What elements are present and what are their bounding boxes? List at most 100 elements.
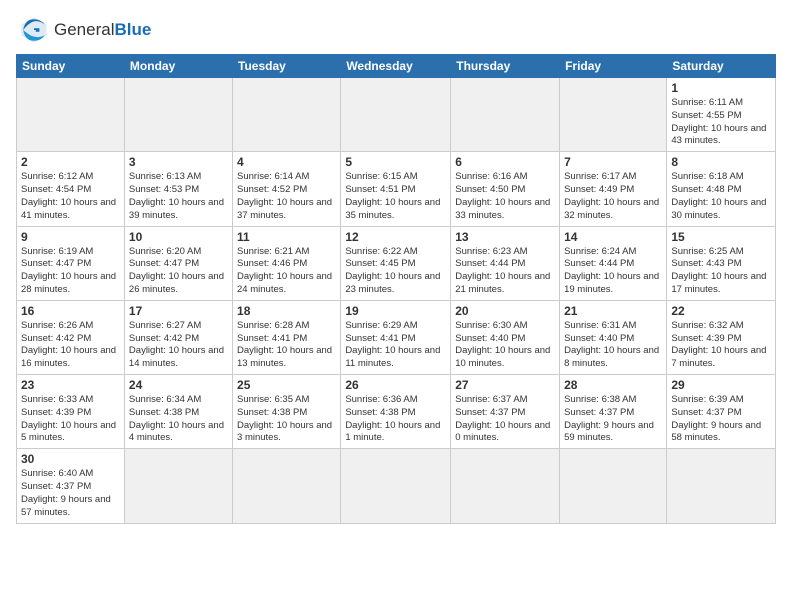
day-cell: 1Sunrise: 6:11 AM Sunset: 4:55 PM Daylig…	[667, 78, 776, 152]
day-info: Sunrise: 6:26 AM Sunset: 4:42 PM Dayligh…	[21, 320, 120, 371]
day-info: Sunrise: 6:19 AM Sunset: 4:47 PM Dayligh…	[21, 246, 120, 297]
week-row-1: 1Sunrise: 6:11 AM Sunset: 4:55 PM Daylig…	[17, 78, 776, 152]
day-number: 13	[455, 230, 555, 244]
day-cell	[17, 78, 125, 152]
day-info: Sunrise: 6:15 AM Sunset: 4:51 PM Dayligh…	[345, 171, 446, 222]
day-cell: 29Sunrise: 6:39 AM Sunset: 4:37 PM Dayli…	[667, 375, 776, 449]
day-info: Sunrise: 6:18 AM Sunset: 4:48 PM Dayligh…	[671, 171, 771, 222]
day-number: 15	[671, 230, 771, 244]
logo-icon	[16, 12, 52, 48]
day-cell: 26 Sunrise: 6:36 AM Sunset: 4:38 PM Dayli…	[341, 375, 451, 449]
day-cell: 17 Sunrise: 6:27 AM Sunset: 4:42 PM Dayli…	[124, 300, 232, 374]
day-cell	[451, 78, 560, 152]
day-number: 23	[21, 378, 120, 392]
day-number: 2	[21, 155, 120, 169]
weekday-header-sunday: Sunday	[17, 55, 125, 78]
week-row-6: 30Sunrise: 6:40 AM Sunset: 4:37 PM Dayli…	[17, 449, 776, 523]
week-row-3: 9 Sunrise: 6:19 AM Sunset: 4:47 PM Daylig…	[17, 226, 776, 300]
day-cell	[451, 449, 560, 523]
day-info: Sunrise: 6:11 AM Sunset: 4:55 PM Dayligh…	[671, 97, 771, 148]
day-number: 19	[345, 304, 446, 318]
day-cell: 18 Sunrise: 6:28 AM Sunset: 4:41 PM Dayli…	[233, 300, 341, 374]
day-number: 12	[345, 230, 446, 244]
day-info: Sunrise: 6:38 AM Sunset: 4:37 PM Dayligh…	[564, 394, 662, 445]
day-cell: 21 Sunrise: 6:31 AM Sunset: 4:40 PM Dayli…	[560, 300, 667, 374]
day-number: 30	[21, 452, 120, 466]
day-number: 22	[671, 304, 771, 318]
day-number: 28	[564, 378, 662, 392]
day-number: 11	[237, 230, 336, 244]
day-cell	[233, 78, 341, 152]
day-number: 26	[345, 378, 446, 392]
day-cell	[341, 449, 451, 523]
day-cell: 12Sunrise: 6:22 AM Sunset: 4:45 PM Dayli…	[341, 226, 451, 300]
day-cell	[667, 449, 776, 523]
day-info: Sunrise: 6:31 AM Sunset: 4:40 PM Dayligh…	[564, 320, 662, 371]
day-cell: 11Sunrise: 6:21 AM Sunset: 4:46 PM Dayli…	[233, 226, 341, 300]
logo-text: GeneralBlue	[54, 20, 151, 40]
day-cell: 9 Sunrise: 6:19 AM Sunset: 4:47 PM Daylig…	[17, 226, 125, 300]
day-cell: 25Sunrise: 6:35 AM Sunset: 4:38 PM Dayli…	[233, 375, 341, 449]
day-info: Sunrise: 6:13 AM Sunset: 4:53 PM Dayligh…	[129, 171, 228, 222]
header: GeneralBlue	[16, 12, 776, 48]
day-info: Sunrise: 6:12 AM Sunset: 4:54 PM Dayligh…	[21, 171, 120, 222]
weekday-header-saturday: Saturday	[667, 55, 776, 78]
day-number: 24	[129, 378, 228, 392]
week-row-2: 2 Sunrise: 6:12 AM Sunset: 4:54 PM Daylig…	[17, 152, 776, 226]
day-info: Sunrise: 6:33 AM Sunset: 4:39 PM Dayligh…	[21, 394, 120, 445]
day-cell: 5Sunrise: 6:15 AM Sunset: 4:51 PM Daylig…	[341, 152, 451, 226]
weekday-header-row: SundayMondayTuesdayWednesdayThursdayFrid…	[17, 55, 776, 78]
day-cell: 19 Sunrise: 6:29 AM Sunset: 4:41 PM Dayli…	[341, 300, 451, 374]
day-cell	[560, 449, 667, 523]
page: GeneralBlue SundayMondayTuesdayWednesday…	[0, 0, 792, 612]
day-cell	[560, 78, 667, 152]
day-info: Sunrise: 6:28 AM Sunset: 4:41 PM Dayligh…	[237, 320, 336, 371]
day-cell: 15 Sunrise: 6:25 AM Sunset: 4:43 PM Dayli…	[667, 226, 776, 300]
weekday-header-tuesday: Tuesday	[233, 55, 341, 78]
day-info: Sunrise: 6:29 AM Sunset: 4:41 PM Dayligh…	[345, 320, 446, 371]
week-row-4: 16 Sunrise: 6:26 AM Sunset: 4:42 PM Dayli…	[17, 300, 776, 374]
day-cell: 13 Sunrise: 6:23 AM Sunset: 4:44 PM Dayli…	[451, 226, 560, 300]
day-info: Sunrise: 6:20 AM Sunset: 4:47 PM Dayligh…	[129, 246, 228, 297]
day-cell: 8 Sunrise: 6:18 AM Sunset: 4:48 PM Daylig…	[667, 152, 776, 226]
day-info: Sunrise: 6:36 AM Sunset: 4:38 PM Dayligh…	[345, 394, 446, 445]
day-number: 16	[21, 304, 120, 318]
day-number: 4	[237, 155, 336, 169]
weekday-header-monday: Monday	[124, 55, 232, 78]
day-cell	[124, 78, 232, 152]
day-info: Sunrise: 6:34 AM Sunset: 4:38 PM Dayligh…	[129, 394, 228, 445]
day-number: 3	[129, 155, 228, 169]
day-info: Sunrise: 6:39 AM Sunset: 4:37 PM Dayligh…	[671, 394, 771, 445]
day-cell	[341, 78, 451, 152]
day-number: 20	[455, 304, 555, 318]
day-info: Sunrise: 6:27 AM Sunset: 4:42 PM Dayligh…	[129, 320, 228, 371]
day-cell: 30Sunrise: 6:40 AM Sunset: 4:37 PM Dayli…	[17, 449, 125, 523]
day-cell: 28 Sunrise: 6:38 AM Sunset: 4:37 PM Dayli…	[560, 375, 667, 449]
day-number: 17	[129, 304, 228, 318]
day-cell: 4Sunrise: 6:14 AM Sunset: 4:52 PM Daylig…	[233, 152, 341, 226]
calendar-table: SundayMondayTuesdayWednesdayThursdayFrid…	[16, 54, 776, 524]
day-info: Sunrise: 6:32 AM Sunset: 4:39 PM Dayligh…	[671, 320, 771, 371]
day-info: Sunrise: 6:16 AM Sunset: 4:50 PM Dayligh…	[455, 171, 555, 222]
day-cell: 10Sunrise: 6:20 AM Sunset: 4:47 PM Dayli…	[124, 226, 232, 300]
day-info: Sunrise: 6:25 AM Sunset: 4:43 PM Dayligh…	[671, 246, 771, 297]
day-cell: 24 Sunrise: 6:34 AM Sunset: 4:38 PM Dayli…	[124, 375, 232, 449]
day-cell	[124, 449, 232, 523]
day-cell: 16 Sunrise: 6:26 AM Sunset: 4:42 PM Dayli…	[17, 300, 125, 374]
day-number: 6	[455, 155, 555, 169]
day-number: 8	[671, 155, 771, 169]
day-number: 7	[564, 155, 662, 169]
logo: GeneralBlue	[16, 12, 151, 48]
day-number: 21	[564, 304, 662, 318]
day-info: Sunrise: 6:23 AM Sunset: 4:44 PM Dayligh…	[455, 246, 555, 297]
day-cell: 6 Sunrise: 6:16 AM Sunset: 4:50 PM Daylig…	[451, 152, 560, 226]
day-cell: 3 Sunrise: 6:13 AM Sunset: 4:53 PM Daylig…	[124, 152, 232, 226]
day-info: Sunrise: 6:17 AM Sunset: 4:49 PM Dayligh…	[564, 171, 662, 222]
day-cell: 7 Sunrise: 6:17 AM Sunset: 4:49 PM Daylig…	[560, 152, 667, 226]
weekday-header-thursday: Thursday	[451, 55, 560, 78]
weekday-header-wednesday: Wednesday	[341, 55, 451, 78]
day-number: 18	[237, 304, 336, 318]
day-info: Sunrise: 6:35 AM Sunset: 4:38 PM Dayligh…	[237, 394, 336, 445]
day-cell: 22 Sunrise: 6:32 AM Sunset: 4:39 PM Dayli…	[667, 300, 776, 374]
day-number: 9	[21, 230, 120, 244]
